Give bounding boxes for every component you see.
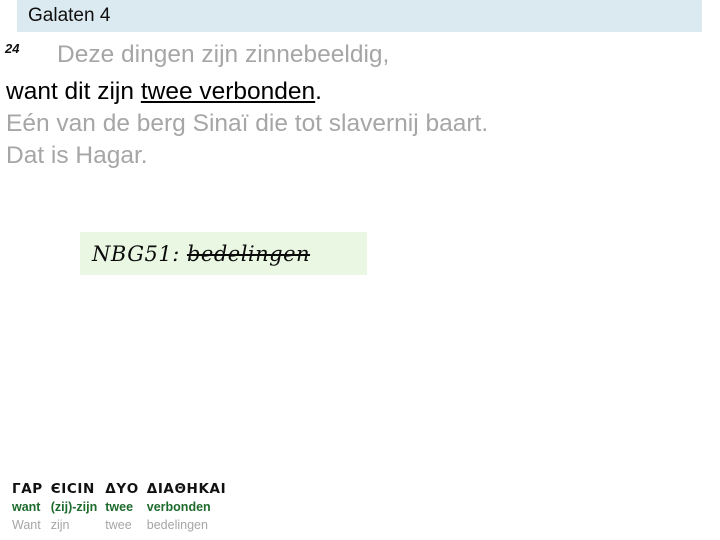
interlinear-greek-2: ΔΥΟ bbox=[105, 481, 139, 497]
verse-line-4: Dat is Hagar. bbox=[6, 142, 148, 169]
verse-line-2-suffix: . bbox=[315, 78, 322, 105]
interlinear-table: ΓΑΡ ЄΙCΙΝ ΔΥΟ ΔΙΑΘΗΚΑΙ want (zij)-zijn t… bbox=[12, 481, 292, 535]
verse-line-2-prefix: want dit zijn bbox=[6, 78, 141, 105]
translation-note-label: NBG51: bbox=[92, 241, 187, 266]
interlinear-row-nbg: Want zijn twee bedelingen bbox=[12, 516, 234, 535]
interlinear-gloss-0: want bbox=[12, 500, 41, 514]
verse-line-3: Eén van de berg Sinaï die tot slavernij … bbox=[6, 110, 489, 137]
interlinear-gloss-2: twee bbox=[105, 500, 134, 514]
verse-line-1: Deze dingen zijn zinnebeeldig, bbox=[57, 41, 390, 68]
interlinear-nbg-3: bedelingen bbox=[146, 518, 208, 532]
translation-note-box: NBG51: bedelingen bbox=[80, 232, 367, 275]
interlinear-nbg-2: twee bbox=[105, 518, 132, 532]
verse-number: 24 bbox=[5, 41, 20, 56]
interlinear-greek-3: ΔΙΑΘΗΚΑΙ bbox=[146, 481, 227, 497]
verse-line-2-underlined-phrase: twee verbonden bbox=[140, 78, 316, 105]
slide-title-bar: Galaten 4 bbox=[17, 0, 702, 32]
translation-note-text: NBG51: bedelingen bbox=[92, 242, 310, 266]
interlinear-greek-1: ЄΙCΙΝ bbox=[50, 481, 95, 497]
page-title: Galaten 4 bbox=[28, 5, 111, 26]
interlinear-greek-0: ΓΑΡ bbox=[12, 481, 43, 497]
translation-note-struck-word: bedelingen bbox=[186, 241, 311, 266]
interlinear-nbg-0: Want bbox=[12, 518, 41, 532]
interlinear-nbg-1: zijn bbox=[50, 518, 70, 532]
interlinear-row-greek: ΓΑΡ ЄΙCΙΝ ΔΥΟ ΔΙΑΘΗΚΑΙ bbox=[12, 481, 234, 498]
verse-line-2: want dit zijn twee verbonden. bbox=[6, 77, 322, 106]
interlinear-gloss-1: (zij)-zijn bbox=[50, 500, 98, 514]
interlinear-gloss-3: verbonden bbox=[146, 500, 211, 514]
interlinear-row-gloss: want (zij)-zijn twee verbonden bbox=[12, 498, 234, 516]
